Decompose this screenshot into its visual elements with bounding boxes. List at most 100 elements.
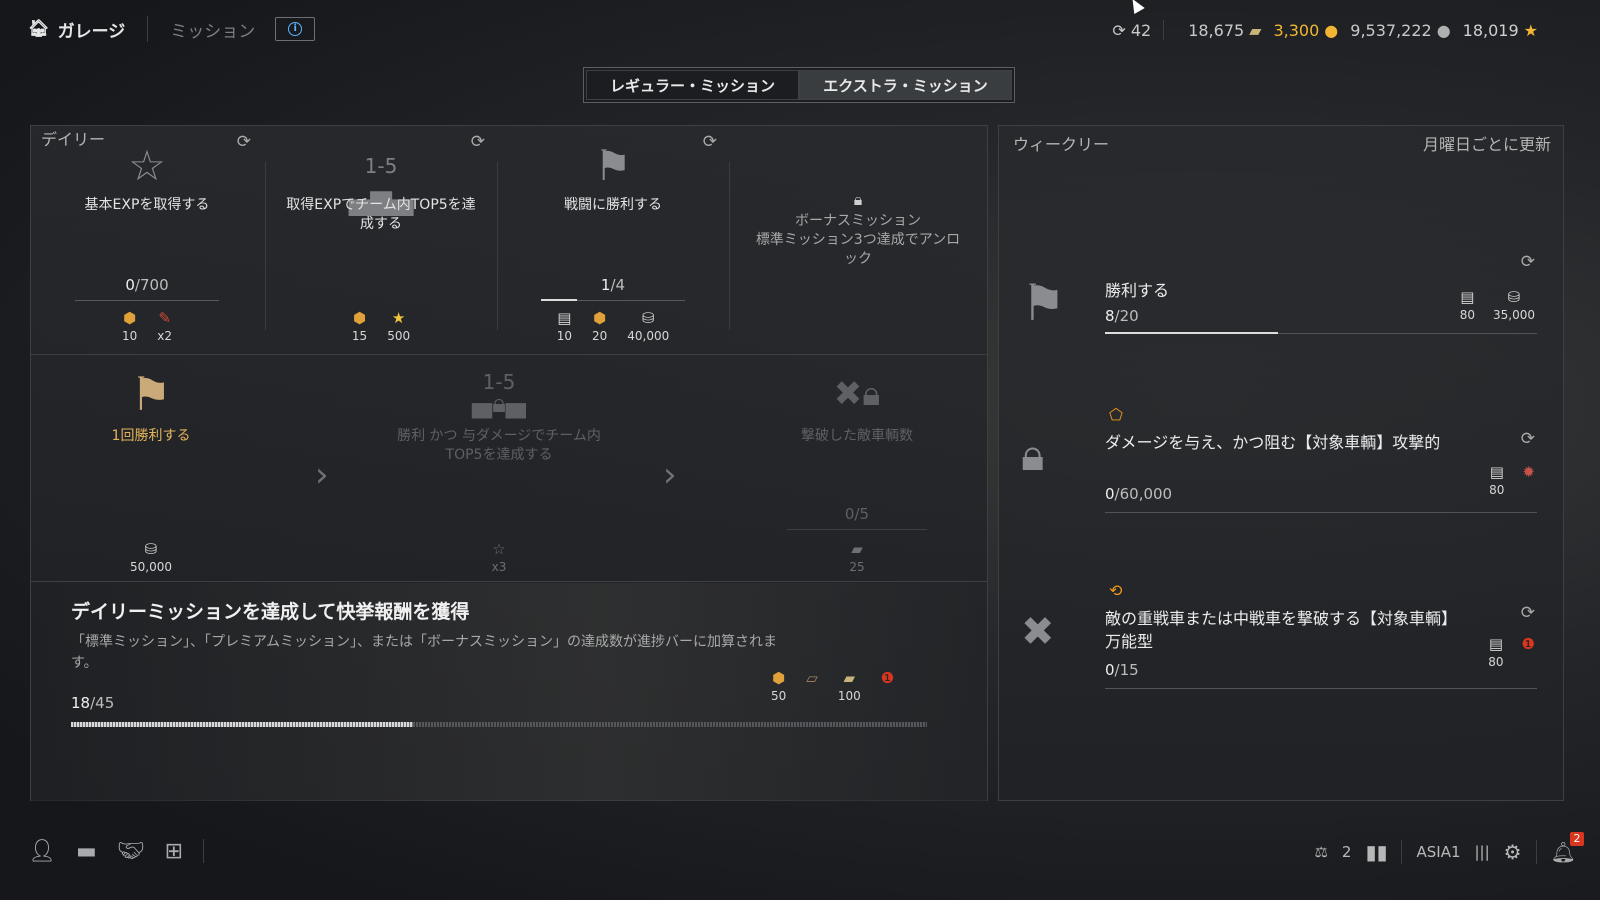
premium-days-value: 42 — [1130, 20, 1152, 40]
daily-achievement-promo: デイリーミッションを達成して快挙報酬を獲得 「標準ミッション」、「プレミアムミッ… — [31, 583, 987, 801]
bottom-left-tools: 👤︎ ▬ 🤝︎ ⊞ — [28, 839, 205, 864]
stats-icon[interactable]: ▮▮ — [1365, 840, 1387, 864]
credits-icon: ⛁ — [1507, 288, 1521, 306]
server-ping-icon: ||| — [1474, 843, 1490, 861]
credits-icon: ⛁ — [641, 309, 655, 327]
card-title: 戦闘に勝利する — [564, 197, 662, 213]
weekly-item-3[interactable]: ⟲ ✖︎ ⟳ 敵の重戦車または中戦車を撃破する【対象車輌】万能型 0/15 ▤ 8… — [999, 577, 1563, 727]
garage-nav[interactable]: 🏠︎ ガレージ — [28, 16, 149, 42]
weekly-progress: 8/20 — [1105, 307, 1139, 325]
top-bar: 🏠︎ ガレージ ミッション i ⟳ 42 18,675 ▰ 3,300 ● 9,537… — [0, 0, 1600, 60]
camo-icon: ✎ — [158, 309, 171, 327]
mouse-cursor-icon — [1127, 0, 1145, 15]
tank-destroyed-icon: ✖︎ — [1021, 609, 1055, 655]
chain-reward: ⛁ 50,000 — [130, 540, 172, 574]
premium-days[interactable]: ⟳ 42 — [1112, 21, 1151, 40]
notification-count: 2 — [1570, 832, 1584, 846]
info-icon: i — [288, 22, 303, 36]
scales-icon[interactable]: ⚖ — [1314, 843, 1327, 861]
weekly-panel: ウィークリー 月曜日ごとに更新 ⚑ ⟳ 勝利する 8/20 ▤ 80 ⛁ 35,00… — [998, 125, 1564, 801]
mission-tabs: レギュラー・ミッション エクストラ・ミッション — [583, 67, 1015, 103]
garage-label: ガレージ — [57, 21, 126, 42]
bottom-right-tools: ⚖ 2 ▮▮ ASIA1 ||| ⚙ 🔔︎ 2 — [1314, 832, 1584, 864]
weekly-progress: 0/15 — [1105, 661, 1139, 679]
notifications-bell-icon[interactable]: 🔔︎ 2 — [1551, 832, 1584, 864]
handshake-icon[interactable]: 🤝︎ — [117, 839, 145, 864]
free-xp[interactable]: 18,019 ★ — [1463, 21, 1538, 40]
premium-icon: ⟳ — [1112, 20, 1126, 40]
booster-icon: ⬢ — [352, 309, 367, 327]
tab-extra-missions[interactable]: エクストラ・ミッション — [799, 70, 1012, 100]
flag-icon: ⚑ — [130, 367, 172, 421]
bottom-bar: 👤︎ ▬ 🤝︎ ⊞ ⚖ 2 ▮▮ ASIA1 ||| ⚙ 🔔︎ 2 — [0, 832, 1600, 900]
chain-step-2[interactable]: 1-5 ▄🔒︎▄ 勝利 かつ 与ダメージでチーム内TOP5を達成する ☆ x3 — [379, 355, 619, 583]
gear-icon[interactable]: ⚙ — [1504, 840, 1522, 864]
divider — [1535, 840, 1537, 864]
profile-icon[interactable]: 👤︎ — [28, 839, 56, 864]
garage-icon: 🏠︎ — [28, 19, 50, 39]
token-icon: ▤ — [557, 309, 572, 327]
daily-card-1[interactable]: ⟳ ☆ 基本EXPを取得する 0/700 ⬢ 10 ✎ x2 — [31, 126, 263, 343]
progress-bar — [541, 299, 685, 301]
credits[interactable]: 9,537,222 ● — [1350, 21, 1450, 40]
progress-bar — [1105, 512, 1537, 513]
chain-step-1[interactable]: ⚑ 1回勝利する ⛁ 50,000 — [31, 355, 271, 583]
reward: ⛁ 40,000 — [627, 309, 670, 343]
daily-panel: デイリー ⟳ ☆ 基本EXPを取得する 0/700 ⬢ 10 ✎ x2 ⟳ 1-5 ▄… — [30, 125, 988, 801]
weekly-label: ウィークリー — [1013, 135, 1110, 154]
weekly-title: 敵の重戦車または中戦車を撃破する【対象車輌】万能型 — [1105, 609, 1450, 651]
chat-icon[interactable]: ▬ — [76, 839, 97, 864]
progress-bar — [1105, 688, 1537, 689]
refresh-icon[interactable]: ⟳ — [1521, 429, 1535, 449]
gold-value: 3,300 — [1273, 20, 1320, 40]
card-title: 基本EXPを取得する — [84, 197, 210, 213]
chain-reward: ▰ 25 — [849, 540, 865, 574]
clan-icon[interactable]: ⊞ — [165, 839, 183, 864]
refresh-icon[interactable]: ⟳ — [1521, 252, 1535, 272]
reward: ⬢ 15 — [351, 309, 368, 343]
locked-chest-icon: 🔒︎ — [1021, 430, 1045, 481]
flag-icon: ⚑ — [594, 141, 632, 190]
chain-step-3[interactable]: ✖︎🔒︎ 撃破した敵車輌数 0/5 ▰ 25 — [727, 355, 987, 583]
bond-icon: ▰ — [851, 540, 863, 558]
chain-progress: 0/5 — [844, 505, 870, 523]
refresh-icon[interactable]: ⟳ — [1521, 603, 1535, 623]
server-label[interactable]: ASIA1 — [1416, 843, 1460, 861]
credits-icon: ● — [1436, 20, 1451, 40]
card-progress: 1/4 — [600, 276, 626, 294]
bonds-value: 18,675 — [1188, 20, 1245, 40]
chain-reward: ☆ x3 — [491, 540, 507, 574]
reward: ★ 500 — [387, 309, 411, 343]
daily-card-2[interactable]: ⟳ 1-5 ▄▆▄ 取得EXPでチーム内TOP5を達成する ⬢ 15 ★ 500 — [265, 126, 497, 343]
lock-icon: 🔒︎ — [853, 190, 863, 209]
booster-icon: ⬢ — [772, 669, 786, 687]
missions-nav[interactable]: ミッション — [148, 17, 275, 42]
bonds[interactable]: 18,675 ▰ — [1188, 21, 1261, 40]
reward: ▱ — [806, 669, 818, 703]
gold[interactable]: 3,300 ● — [1273, 21, 1338, 40]
progress-bar — [75, 300, 219, 301]
star-outline-icon: ☆ — [492, 540, 506, 558]
battles-count: 2 — [1341, 843, 1352, 861]
card-title: 取得EXPでチーム内TOP5を達成する — [286, 197, 476, 232]
token-icon: ▤ — [1460, 288, 1475, 306]
chain-title: 撃破した敵車輌数 — [801, 428, 913, 444]
chain-missions: ⚑ 1回勝利する ⛁ 50,000 › 1-5 ▄🔒︎▄ 勝利 かつ 与ダメージでチ… — [31, 354, 987, 582]
weekly-rewards: ▤ 80 ⛁ 35,000 — [1459, 288, 1535, 322]
cycle-badge-icon: ⟲ — [1109, 581, 1123, 600]
bond-icon: ▰ — [843, 669, 856, 687]
reward: ▤ 10 — [556, 309, 572, 343]
reward: ✎ x2 — [157, 309, 173, 343]
weekly-item-1[interactable]: ⚑ ⟳ 勝利する 8/20 ▤ 80 ⛁ 35,000 — [999, 246, 1563, 396]
info-button[interactable]: i — [275, 17, 316, 41]
daily-card-3[interactable]: ⟳ ⚑ 戦闘に勝利する 1/4 ▤ 10 ⬢ 20 ⛁ 40,000 — [497, 126, 729, 343]
weekly-item-2[interactable]: ⬠ 🔒︎ ⟳ ダメージを与え、かつ阻む【対象車輌】攻撃的 0/60,000 ▤ 8… — [999, 401, 1563, 551]
chain-title: 勝利 かつ 与ダメージでチーム内TOP5を達成する — [397, 428, 601, 463]
reward: ▰ 100 — [837, 669, 861, 703]
card-rewards: ▤ 10 ⬢ 20 ⛁ 40,000 — [497, 309, 729, 343]
tab-regular-missions[interactable]: レギュラー・ミッション — [586, 70, 799, 100]
weekly-progress: 0/60,000 — [1105, 485, 1173, 503]
card-rewards: ⬢ 10 ✎ x2 — [31, 309, 263, 343]
credits-icon: ⛁ — [144, 540, 158, 558]
divider — [1163, 20, 1165, 40]
